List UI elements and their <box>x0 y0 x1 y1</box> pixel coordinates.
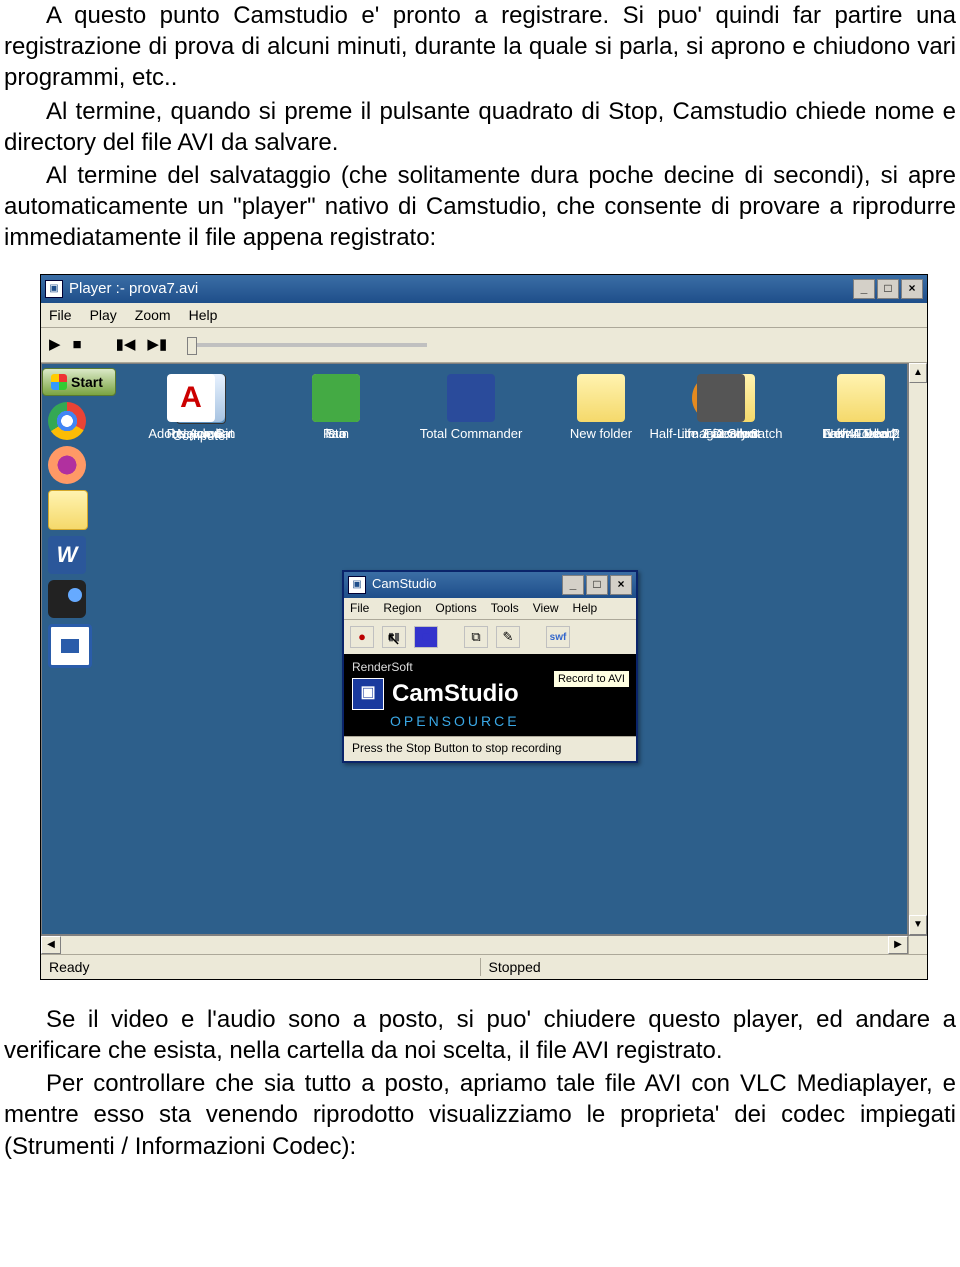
vertical-scrollbar[interactable]: ▲ ▼ <box>908 363 927 935</box>
status-right: Stopped <box>480 958 920 976</box>
video-area: Start W Computer Total Commander New fol… <box>41 363 908 935</box>
paragraph: Al termine, quando si preme il pulsante … <box>4 96 956 158</box>
icon-new-folder[interactable]: New folder <box>546 374 656 443</box>
cs-menu-region[interactable]: Region <box>383 601 421 617</box>
cursor-icon: ↖ <box>386 628 401 651</box>
scroll-left-icon[interactable]: ◀ <box>41 936 61 954</box>
camera-icon[interactable] <box>48 580 86 618</box>
icon-sta[interactable]: Sta <box>281 374 391 443</box>
cs-menu-tools[interactable]: Tools <box>491 601 519 617</box>
explorer-icon[interactable] <box>48 490 88 530</box>
menu-zoom[interactable]: Zoom <box>135 306 171 324</box>
camstudio-toolbar: ● ▮▮ ■ ⧉ ✎ swf ↖ <box>344 620 636 654</box>
icon-itman[interactable]: itman 2 Silent <box>656 374 786 443</box>
horizontal-scrollbar[interactable]: ◀ ▶ <box>41 935 927 954</box>
cs-menu-options[interactable]: Options <box>435 601 476 617</box>
icon-new-folder2[interactable]: New Folder2 <box>806 374 908 443</box>
status-left: Ready <box>49 958 480 976</box>
camstudio-titlebar[interactable]: ▣ CamStudio _ □ × <box>344 572 636 598</box>
maximize-button[interactable]: □ <box>877 279 899 299</box>
cs-menu-help[interactable]: Help <box>573 601 598 617</box>
paragraph: A questo punto Camstudio e' pronto a reg… <box>4 0 956 94</box>
tooltip-record-to-avi: Record to AVI <box>553 670 630 688</box>
word-icon[interactable]: W <box>48 536 86 574</box>
icon-total-commander[interactable]: Total Commander <box>416 374 526 443</box>
scroll-right-icon[interactable]: ▶ <box>888 936 908 954</box>
cs-minimize-button[interactable]: _ <box>562 575 584 595</box>
player-toolbar: ▶ ■ ▮◀ ▶▮ <box>41 328 927 363</box>
scroll-up-icon[interactable]: ▲ <box>909 363 927 383</box>
stop-icon[interactable]: ■ <box>73 337 82 352</box>
cs-close-button[interactable]: × <box>610 575 632 595</box>
icon-adobe-acrobat[interactable]: AAdobe Acrobat <box>126 374 256 443</box>
cs-stop-button[interactable]: ■ <box>414 626 438 648</box>
cs-annotation-button[interactable]: ✎ <box>496 626 520 648</box>
cs-menu-file[interactable]: File <box>350 601 369 617</box>
menu-help[interactable]: Help <box>189 306 218 324</box>
cs-record-button[interactable]: ● <box>350 626 374 648</box>
cs-maximize-button[interactable]: □ <box>586 575 608 595</box>
camstudio-title-text: CamStudio <box>372 576 436 593</box>
player-titlebar[interactable]: ▣ Player :- prova7.avi _ □ × <box>41 275 927 303</box>
player-statusbar: Ready Stopped <box>41 954 927 979</box>
seek-slider[interactable] <box>187 343 427 347</box>
cs-menu-view[interactable]: View <box>533 601 559 617</box>
camstudio-status: Press the Stop Button to stop recording <box>344 736 636 761</box>
next-icon[interactable]: ▶▮ <box>147 337 167 352</box>
camstudio-app-icon: ▣ <box>348 576 366 594</box>
prev-icon[interactable]: ▮◀ <box>116 337 136 352</box>
paragraph: Al termine del salvataggio (che solitame… <box>4 160 956 254</box>
start-button[interactable]: Start <box>42 368 116 396</box>
camstudio-window[interactable]: ▣ CamStudio _ □ × File Region Options To… <box>342 570 638 763</box>
cs-swf-button[interactable]: swf <box>546 626 570 648</box>
minimize-button[interactable]: _ <box>853 279 875 299</box>
camstudio-banner: RenderSoft ▣CamStudio OPENSOURCE <box>344 654 636 736</box>
close-button[interactable]: × <box>901 279 923 299</box>
chrome-icon[interactable] <box>48 402 86 440</box>
menu-file[interactable]: File <box>49 306 72 324</box>
player-title-text: Player :- prova7.avi <box>69 279 198 299</box>
windows-logo-icon <box>51 374 67 390</box>
menu-play[interactable]: Play <box>90 306 117 324</box>
play-icon[interactable]: ▶ <box>49 337 61 352</box>
desktop-icon[interactable] <box>48 624 92 668</box>
cs-screen-button[interactable]: ⧉ <box>464 626 488 648</box>
firefox-icon[interactable] <box>48 446 86 484</box>
paragraph: Per controllare che sia tutto a posto, a… <box>4 1068 956 1162</box>
paragraph: Se il video e l'audio sono a posto, si p… <box>4 1004 956 1066</box>
player-window: ▣ Player :- prova7.avi _ □ × File Play Z… <box>40 274 928 980</box>
camstudio-menubar: File Region Options Tools View Help <box>344 598 636 621</box>
camstudio-logo-icon: ▣ <box>352 678 384 710</box>
player-menubar: File Play Zoom Help <box>41 303 927 328</box>
player-app-icon: ▣ <box>45 280 63 298</box>
scroll-down-icon[interactable]: ▼ <box>909 915 927 935</box>
